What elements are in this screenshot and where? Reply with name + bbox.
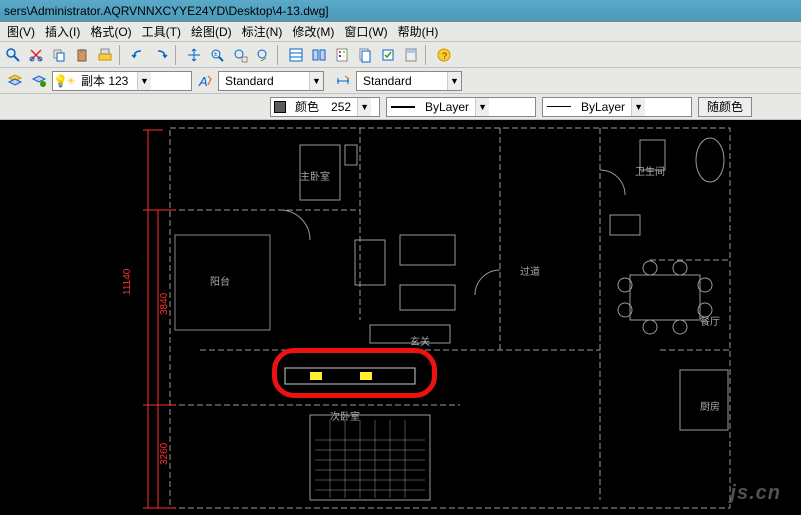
lineweight-preview [547, 106, 571, 107]
layer-name: 副本 123 [77, 72, 137, 89]
dim-3260: 3260 [159, 442, 170, 465]
chevron-down-icon: ▼ [447, 72, 461, 90]
zoom-prev-icon[interactable] [252, 44, 274, 66]
svg-text:A: A [198, 74, 208, 89]
chevron-down-icon: ▼ [631, 98, 645, 116]
textstyle-dropdown[interactable]: Standard ▼ [218, 71, 324, 91]
match-icon[interactable] [94, 44, 116, 66]
dcenter-icon[interactable] [308, 44, 330, 66]
dim-11140: 11140 [122, 268, 133, 295]
drawing-canvas[interactable]: 11140 3840 3260 主卧室 阳台 卫生间 过道 餐厅 厨房 次卧室 … [0, 120, 801, 515]
menu-bar: 图(V) 插入(I) 格式(O) 工具(T) 绘图(D) 标注(N) 修改(M)… [0, 22, 801, 42]
help-icon[interactable]: ? [433, 44, 455, 66]
dim-3840: 3840 [159, 292, 170, 315]
menu-view[interactable]: 图(V) [2, 21, 40, 42]
textstyle-value: Standard [219, 74, 309, 88]
redo-icon[interactable] [150, 44, 172, 66]
tool-palette-icon[interactable] [331, 44, 353, 66]
menu-annotate[interactable]: 标注(N) [237, 21, 288, 42]
label-corridor: 过道 [520, 265, 540, 278]
label-balcony: 阳台 [210, 275, 230, 288]
zoom-rt-icon[interactable]: ± [206, 44, 228, 66]
window-titlebar: sers\Administrator.AQRVNNXCYYE24YD\Deskt… [0, 0, 801, 22]
linetype-dropdown[interactable]: ByLayer ▼ [386, 97, 536, 117]
menu-tools[interactable]: 工具(T) [137, 21, 186, 42]
dimstyle-icon[interactable] [332, 70, 354, 92]
undo-icon[interactable] [127, 44, 149, 66]
label-bath: 卫生间 [635, 165, 665, 178]
separator [277, 45, 282, 65]
chevron-down-icon: ▼ [475, 98, 489, 116]
layer-props-icon[interactable] [4, 70, 26, 92]
copy-icon[interactable] [48, 44, 70, 66]
floorplan-svg: 11140 3840 3260 主卧室 阳台 卫生间 过道 餐厅 厨房 次卧室 … [0, 120, 801, 515]
chevron-down-icon: ▼ [137, 72, 151, 90]
linetype-value: ByLayer [419, 100, 475, 114]
color-value: 252 [325, 100, 357, 114]
separator [119, 45, 124, 65]
lineweight-dropdown[interactable]: ByLayer ▼ [542, 97, 692, 117]
annotation-highlight [272, 348, 437, 398]
watermark: js.cn [730, 482, 781, 505]
menu-help[interactable]: 帮助(H) [393, 21, 444, 42]
pan-icon[interactable] [183, 44, 205, 66]
cut-icon[interactable] [25, 44, 47, 66]
styles-toolbar: 💡 ☀ 副本 123 ▼ A Standard ▼ Standard ▼ [0, 68, 801, 94]
separator [175, 45, 180, 65]
chevron-down-icon: ▼ [357, 98, 371, 116]
layer-states-icon[interactable] [28, 70, 50, 92]
calc-icon[interactable] [400, 44, 422, 66]
color-dropdown[interactable]: 颜色 252 ▼ [270, 97, 380, 117]
color-swatch [274, 101, 286, 113]
svg-text:±: ± [214, 52, 218, 58]
props-icon[interactable] [285, 44, 307, 66]
paste-icon[interactable] [71, 44, 93, 66]
label-master: 主卧室 [300, 170, 330, 183]
lineweight-value: ByLayer [575, 100, 631, 114]
bycolor-button[interactable]: 随颜色 [698, 97, 752, 117]
label-foyer: 玄关 [410, 335, 430, 348]
textstyle-icon[interactable]: A [194, 70, 216, 92]
label-kitchen: 厨房 [700, 400, 720, 413]
linetype-preview [391, 106, 415, 108]
label-dining: 餐厅 [700, 315, 720, 328]
window-title: sers\Administrator.AQRVNNXCYYE24YD\Deskt… [4, 4, 329, 18]
menu-window[interactable]: 窗口(W) [339, 21, 392, 42]
color-label: 颜色 [289, 98, 325, 115]
markup-icon[interactable] [377, 44, 399, 66]
chevron-down-icon: ▼ [309, 72, 323, 90]
properties-toolbar: 颜色 252 ▼ ByLayer ▼ ByLayer ▼ 随颜色 [0, 94, 801, 120]
separator [425, 45, 430, 65]
standard-toolbar: ± ? [0, 42, 801, 68]
dimstyle-value: Standard [357, 74, 447, 88]
svg-text:?: ? [442, 51, 447, 61]
sheetset-icon[interactable] [354, 44, 376, 66]
layer-dropdown[interactable]: 💡 ☀ 副本 123 ▼ [52, 71, 192, 91]
search-icon[interactable] [2, 44, 24, 66]
zoom-window-icon[interactable] [229, 44, 251, 66]
menu-draw[interactable]: 绘图(D) [186, 21, 237, 42]
label-bed2: 次卧室 [330, 410, 360, 423]
dimstyle-dropdown[interactable]: Standard ▼ [356, 71, 462, 91]
menu-insert[interactable]: 插入(I) [40, 21, 85, 42]
menu-format[interactable]: 格式(O) [85, 21, 136, 42]
menu-modify[interactable]: 修改(M) [287, 21, 339, 42]
